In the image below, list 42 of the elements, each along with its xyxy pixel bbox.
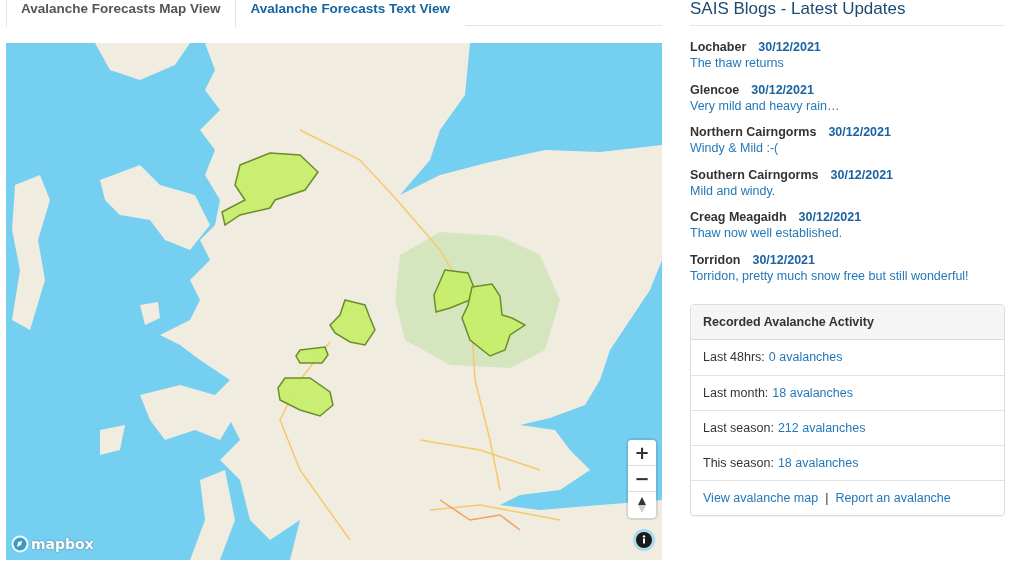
post-date-link[interactable]: 30/12/2021 bbox=[828, 124, 891, 141]
compass-icon bbox=[638, 497, 646, 513]
post-title-link[interactable]: Thaw now well established. bbox=[690, 225, 843, 242]
forecast-area[interactable] bbox=[221, 152, 319, 227]
area-name: Northern Cairngorms bbox=[690, 124, 817, 141]
panel-heading: Recorded Avalanche Activity bbox=[703, 313, 874, 330]
post-title-link[interactable]: Mild and windy. bbox=[690, 182, 776, 199]
post-date-link[interactable]: 30/12/2021 bbox=[798, 209, 862, 226]
forecast-area[interactable] bbox=[461, 283, 527, 357]
avalanche-count-link[interactable]: 18 avalanches bbox=[777, 454, 859, 471]
post-date-link[interactable]: 30/12/2021 bbox=[830, 166, 894, 183]
area-name: Lochaber bbox=[690, 39, 747, 55]
post-title-link[interactable]: Windy & Mild :-( bbox=[690, 140, 779, 157]
period-label: Last 48hrs: bbox=[703, 349, 765, 366]
link-separator: | bbox=[825, 489, 829, 506]
post-title-link[interactable]: Very mild and heavy rain… bbox=[690, 97, 840, 114]
island bbox=[100, 425, 125, 455]
tab[interactable]: Avalanche Forecasts Map View bbox=[6, 0, 236, 27]
area-name: Glencoe bbox=[690, 81, 740, 98]
forecast-area[interactable] bbox=[433, 269, 476, 313]
post-date-link[interactable]: 30/12/2021 bbox=[752, 251, 815, 268]
area-name: Torridon bbox=[690, 251, 741, 268]
blog-heading: SAIS Blogs - Latest Updates bbox=[690, 0, 1005, 26]
post-title-link[interactable]: The thaw returns bbox=[690, 55, 784, 71]
period-label: Last season: bbox=[703, 419, 774, 436]
post-title-link[interactable]: Torridon, pretty much snow free but still wonderful! bbox=[690, 267, 969, 284]
avalanche-count-link[interactable]: 212 avalanches bbox=[777, 419, 866, 436]
period-label: This season: bbox=[703, 454, 774, 471]
avalanche-count-link[interactable]: 18 avalanches bbox=[772, 384, 853, 401]
panel-link[interactable]: Report an avalanche bbox=[835, 489, 951, 506]
period-label: Last month: bbox=[703, 384, 769, 401]
area-name: Creag Meagaidh bbox=[690, 209, 787, 226]
panel-link[interactable]: View avalanche map bbox=[703, 489, 819, 506]
area-name: Southern Cairngorms bbox=[690, 166, 819, 183]
post-date-link[interactable]: 30/12/2021 bbox=[751, 81, 814, 98]
mapbox-logo-icon bbox=[11, 535, 29, 553]
post-date-link[interactable]: 30/12/2021 bbox=[758, 39, 821, 55]
info-icon[interactable] bbox=[633, 529, 655, 551]
avalanche-count-link[interactable]: 0 avalanches bbox=[768, 349, 843, 366]
forecast-area[interactable] bbox=[277, 377, 334, 417]
forecast-area[interactable] bbox=[329, 299, 376, 346]
zoom-button[interactable]: + bbox=[628, 440, 656, 466]
